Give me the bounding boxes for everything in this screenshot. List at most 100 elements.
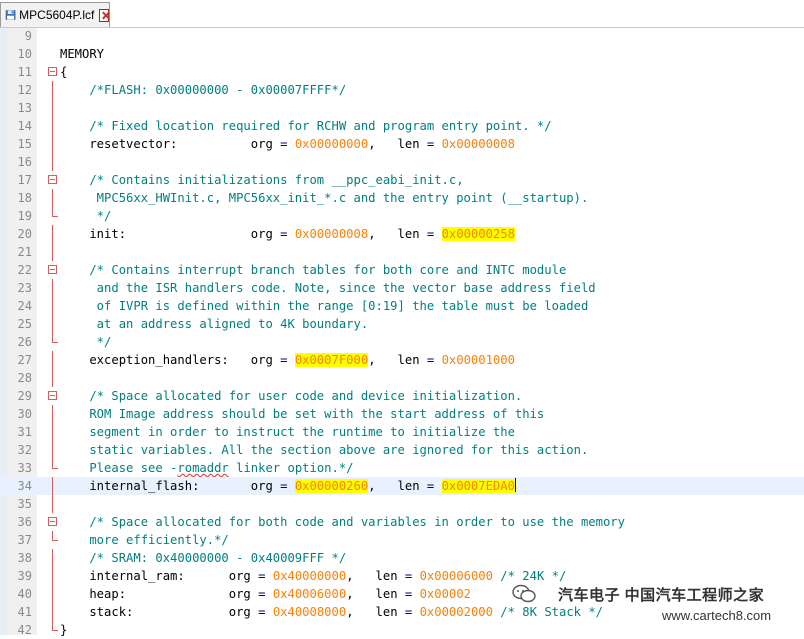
code-line-38[interactable]: 38 /* SRAM: 0x40000000 - 0x40009FFF */ [0, 549, 804, 567]
code-line-13[interactable]: 13 [0, 99, 804, 117]
code-token: , len [368, 137, 427, 151]
code-line-25[interactable]: 25 at an address aligned to 4K boundary. [0, 315, 804, 333]
code-line-19[interactable]: 19 */ [0, 207, 804, 225]
comment-text: linker option.*/ [228, 461, 354, 475]
code-token: internal_ram: org [60, 569, 259, 583]
code-token: heap: org [60, 587, 259, 601]
code-line-14[interactable]: 14 /* Fixed location required for RCHW a… [0, 117, 804, 135]
code-text: /* Space allocated for both code and var… [60, 513, 625, 531]
code-line-28[interactable]: 28 [0, 369, 804, 387]
comment-text: /*FLASH: 0x00000000 - 0x00007FFFF*/ [60, 83, 347, 97]
code-line-34[interactable]: 34 internal_flash: org = 0x00000260, len… [0, 477, 804, 495]
code-line-12[interactable]: 12 /*FLASH: 0x00000000 - 0x00007FFFF*/ [0, 81, 804, 99]
code-line-37[interactable]: 37 more efficiently.*/ [0, 531, 804, 549]
code-line-20[interactable]: 20 init: org = 0x00000008, len = 0x00000… [0, 225, 804, 243]
line-number: 40 [17, 587, 32, 601]
code-line-24[interactable]: 24 of IVPR is defined within the range [… [0, 297, 804, 315]
hex-value: 0x00000008 [441, 137, 515, 151]
fold-guide [52, 279, 53, 297]
code-line-26[interactable]: 26 */ [0, 333, 804, 351]
code-line-31[interactable]: 31 segment in order to instruct the runt… [0, 423, 804, 441]
line-number: 10 [17, 47, 32, 61]
fold-guide [52, 585, 53, 603]
line-number: 19 [17, 209, 32, 223]
line-number: 16 [17, 155, 32, 169]
code-line-11[interactable]: 11 { [0, 63, 804, 81]
line-number: 23 [17, 281, 32, 295]
code-line-35[interactable]: 35 [0, 495, 804, 513]
line-number: 29 [17, 389, 32, 403]
code-line-33[interactable]: 33 Please see -romaddr linker option.*/ [0, 459, 804, 477]
fold-guide [52, 99, 53, 117]
code-text: MEMORY [60, 45, 104, 63]
comment-text: segment in order to instruct the runtime… [60, 425, 515, 439]
fold-collapse-icon[interactable] [48, 265, 57, 274]
code-line-17[interactable]: 17 /* Contains initializations from __pp… [0, 171, 804, 189]
fold-collapse-icon[interactable] [48, 517, 57, 526]
hex-value: 0x0007F000 [294, 353, 369, 367]
code-text: more efficiently.*/ [60, 531, 228, 549]
code-line-18[interactable]: 18 MPC56xx_HWInit.c, MPC56xx_init_*.c an… [0, 189, 804, 207]
code-line-21[interactable]: 21 [0, 243, 804, 261]
fold-guide [52, 603, 53, 621]
line-number: 27 [17, 353, 32, 367]
fold-collapse-icon[interactable] [48, 391, 57, 400]
hex-value: 0x00000008 [294, 227, 369, 241]
code-token: , len [368, 227, 427, 241]
fold-guide [52, 81, 53, 99]
comment-text: /* Contains interrupt branch tables for … [60, 263, 567, 277]
code-text: of IVPR is defined within the range [0:1… [60, 297, 589, 315]
fold-guide [52, 351, 53, 369]
line-number: 31 [17, 425, 32, 439]
code-line-36[interactable]: 36 /* Space allocated for both code and … [0, 513, 804, 531]
fold-collapse-icon[interactable] [48, 175, 57, 184]
comment-text: static variables. All the section above … [60, 443, 589, 457]
code-line-32[interactable]: 32 static variables. All the section abo… [0, 441, 804, 459]
code-line-27[interactable]: 27 exception_handlers: org = 0x0007F000,… [0, 351, 804, 369]
code-text: internal_ram: org = 0x40000000, len = 0x… [60, 567, 566, 585]
code-line-23[interactable]: 23 and the ISR handlers code. Note, sinc… [0, 279, 804, 297]
fold-collapse-icon[interactable] [48, 67, 57, 76]
code-text: and the ISR handlers code. Note, since t… [60, 279, 596, 297]
code-text: exception_handlers: org = 0x0007F000, le… [60, 351, 515, 369]
code-editor[interactable]: 9 10 MEMORY 11 {12 /*FLASH: 0x00000000 - 0x0… [0, 27, 804, 637]
comment-text: at an address aligned to 4K boundary. [60, 317, 369, 331]
tab-mpc5604p-lcf[interactable]: MPC5604P.lcf [0, 2, 110, 27]
comment-text: /* SRAM: 0x40000000 - 0x40009FFF */ [60, 551, 347, 565]
code-text: resetvector: org = 0x00000000, len = 0x0… [60, 135, 515, 153]
hex-value: 0x00002 [419, 587, 471, 601]
fold-end-marker [52, 621, 58, 631]
code-token: init: org [60, 227, 281, 241]
code-line-22[interactable]: 22 /* Contains interrupt branch tables f… [0, 261, 804, 279]
code-text: /* Fixed location required for RCHW and … [60, 117, 551, 135]
code-text: } [60, 621, 67, 639]
code-text: ROM Image address should be set with the… [60, 405, 544, 423]
line-number: 17 [17, 173, 32, 187]
close-icon[interactable] [99, 8, 109, 22]
code-text: */ [60, 333, 112, 351]
code-line-30[interactable]: 30 ROM Image address should be set with … [0, 405, 804, 423]
hex-value: 0x40006000 [272, 587, 347, 601]
line-number: 25 [17, 317, 32, 331]
code-line-29[interactable]: 29 /* Space allocated for user code and … [0, 387, 804, 405]
floppy-disk-icon [5, 10, 16, 20]
code-line-16[interactable]: 16 [0, 153, 804, 171]
code-line-10[interactable]: 10 MEMORY [0, 45, 804, 63]
line-number: 18 [17, 191, 32, 205]
line-number: 33 [17, 461, 32, 475]
code-text: heap: org = 0x40006000, len = 0x00002 [60, 585, 471, 603]
code-line-9[interactable]: 9 [0, 27, 804, 45]
hex-value: 0x40000000 [272, 569, 347, 583]
code-text: Please see -romaddr linker option.*/ [60, 459, 354, 477]
fold-guide [52, 369, 53, 387]
line-number: 22 [17, 263, 32, 277]
line-number: 20 [17, 227, 32, 241]
code-line-15[interactable]: 15 resetvector: org = 0x00000000, len = … [0, 135, 804, 153]
